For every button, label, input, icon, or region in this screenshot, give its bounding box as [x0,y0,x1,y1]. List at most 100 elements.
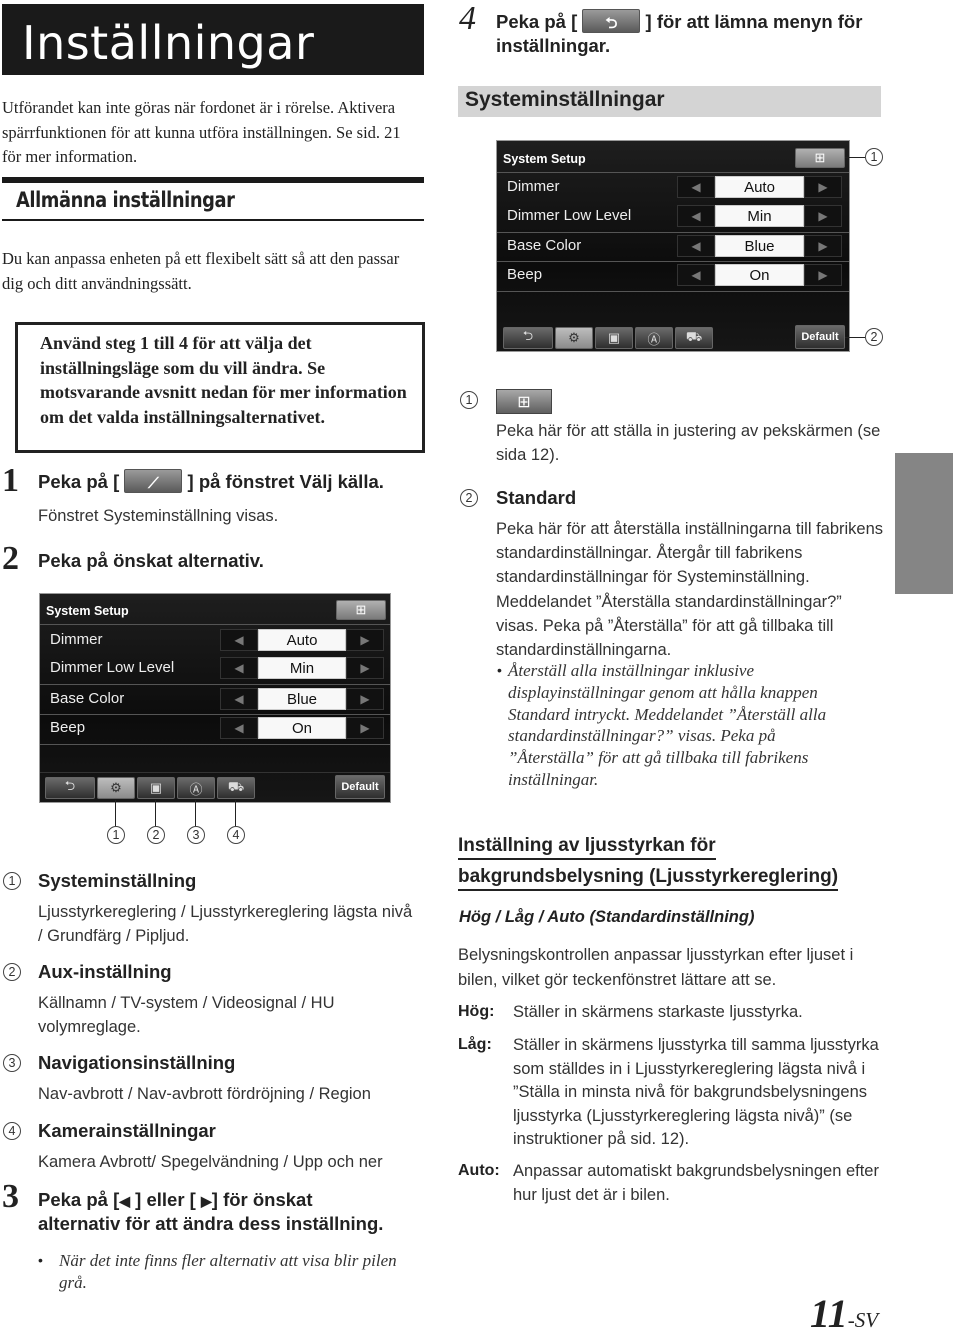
right-arrow-button[interactable]: ▶ [346,629,384,651]
compass-icon: Ⓐ [647,331,661,347]
callout-2-title: Standard [496,487,577,508]
page-language-suffix: -SV [847,1308,879,1332]
dimmer-desc: Belysningskontrollen anpassar ljusstyrka… [458,946,854,989]
dimmer-options: Hög / Låg / Auto (Standardinställning) [459,908,755,926]
def-text: Anpassar automatiskt bakgrundsbelysninge… [513,1162,879,1204]
setting-label: Base Color [507,237,582,254]
dimmer-heading-line2: bakgrundsbelysning (Ljusstyrkereglering) [458,865,839,891]
right-arrow-button[interactable]: ▶ [346,657,384,679]
gear-icon: ⚙ [110,780,122,795]
step-text: Peka på [ ⟋ ] på fönstret Välj källa. [38,469,384,495]
car-icon: ⛟ [227,779,245,794]
back-button[interactable]: ⮌ [503,327,553,349]
def-text: Ställer in skärmens starkaste ljusstyrka… [513,1003,803,1021]
def-term: Auto: [458,1162,500,1179]
def-term: Låg: [458,1036,492,1053]
item-number: 3 [3,1054,21,1072]
item-title: Kamerainställningar [38,1120,216,1141]
side-tab [895,453,953,594]
callout-number: 1 [865,148,883,166]
back-button[interactable]: ⮌ [45,777,95,799]
step-text-before: Peka på [ [496,11,578,32]
right-arrow-button[interactable]: ▶ [346,688,384,710]
step-text: Peka på [◀ ] eller [ ▶] för önskat [38,1188,313,1213]
left-arrow-button[interactable]: ◀ [220,717,258,739]
system-setup-screen-small: System Setup ⊞ Dimmer ◀ Auto ▶ Dimmer Lo… [39,593,391,803]
film-icon: ▣ [149,780,163,795]
left-arrow-button[interactable]: ◀ [677,176,715,198]
right-arrow-icon: ▶ [200,1193,212,1209]
default-button[interactable]: Default [335,775,385,799]
step-text-part: ] eller [ [130,1189,201,1210]
def-text: Ställer in skärmens ljusstyrka till samm… [513,1036,879,1148]
right-arrow-button[interactable]: ▶ [804,176,842,198]
right-arrow-button[interactable]: ▶ [804,264,842,286]
step-text-line2: alternativ för att ändra dess inställnin… [38,1213,384,1234]
tab-navigation-settings[interactable]: Ⓐ [177,777,215,799]
item-desc: Nav-avbrott / Nav-avbrott fördröjning / … [38,1085,371,1103]
setting-row: Dimmer Low Level ◀ Min ▶ [497,203,849,231]
step-text-part: ] för önskat [211,1189,313,1210]
callout-1-text: Peka här för att ställa in justering av … [496,422,881,464]
left-arrow-button[interactable]: ◀ [220,629,258,651]
tab-camera-settings[interactable]: ⛟ [217,777,255,799]
left-arrow-button[interactable]: ◀ [677,205,715,227]
setting-row: Beep ◀ On ▶ [497,262,849,290]
tab-navigation-settings[interactable]: Ⓐ [635,327,673,349]
step-text: Peka på [ ⮌ ] för att lämna menyn för [496,9,863,35]
callout-line [195,800,196,826]
right-arrow-button[interactable]: ▶ [804,235,842,257]
callout-number: 4 [227,826,245,844]
setting-value: Blue [258,688,346,710]
item-desc: Kamera Avbrott/ Spegelvändning / Upp och… [38,1153,383,1171]
setting-label: Dimmer [50,631,103,648]
setting-value: On [715,264,804,286]
callout-number: 1 [107,826,125,844]
touch-calibration-button[interactable]: ⊞ [795,148,845,168]
tab-system-settings[interactable]: ⚙ [555,327,593,349]
gear-icon: ⚙ [568,330,580,345]
left-arrow-button[interactable]: ◀ [677,235,715,257]
section-rule-top [2,177,424,183]
left-arrow-button[interactable]: ◀ [220,688,258,710]
setting-label: Dimmer [507,178,560,195]
touch-calibration-icon-button: ⊞ [496,389,552,414]
setting-row: Dimmer Low Level ◀ Min ▶ [40,655,390,683]
item-number: 4 [3,1122,21,1140]
left-arrow-button[interactable]: ◀ [677,264,715,286]
settings-source-button[interactable]: ⟋ [124,469,183,494]
setting-label: Base Color [50,690,125,707]
step-text-after: ] på fönstret Välj källa. [187,471,384,492]
section-intro: Du kan anpassa enheten på ett flexibelt … [2,249,400,293]
tab-camera-settings[interactable]: ⛟ [675,327,713,349]
page-title: Inställningar [2,4,424,75]
setting-value: On [258,717,346,739]
right-arrow-button[interactable]: ▶ [346,717,384,739]
tab-aux-settings[interactable]: ▣ [137,777,175,799]
compass-icon: Ⓐ [189,781,203,797]
back-button-inline[interactable]: ⮌ [582,9,641,34]
setting-label: Dimmer Low Level [507,207,632,224]
step-text-before: Peka på [ [38,471,120,492]
touch-calibration-button[interactable]: ⊞ [336,600,386,620]
item-title: Aux-inställning [38,961,172,982]
step-text-after: ] för att lämna menyn för [645,11,863,32]
tab-system-settings[interactable]: ⚙ [97,777,135,799]
page-number-value: 11 [810,1291,848,1336]
wrench-icon: ⟋ [148,475,159,493]
setting-row: Dimmer ◀ Auto ▶ [40,627,390,655]
setting-value: Min [258,657,346,679]
step-number: 3 [2,1178,19,1215]
left-arrow-icon: ◀ [119,1193,131,1209]
crosshair-icon: ⊞ [355,602,367,617]
tab-aux-settings[interactable]: ▣ [595,327,633,349]
back-arrow-icon: ⮌ [64,778,76,793]
item-title: Navigationsinställning [38,1052,236,1073]
right-arrow-button[interactable]: ▶ [804,205,842,227]
car-icon: ⛟ [685,329,703,344]
left-arrow-button[interactable]: ◀ [220,657,258,679]
item-number: 1 [3,872,21,890]
default-button[interactable]: Default [795,325,845,349]
item-desc: Källnamn / TV-system / Videosignal / HU … [38,994,335,1036]
item-number: 2 [3,963,21,981]
